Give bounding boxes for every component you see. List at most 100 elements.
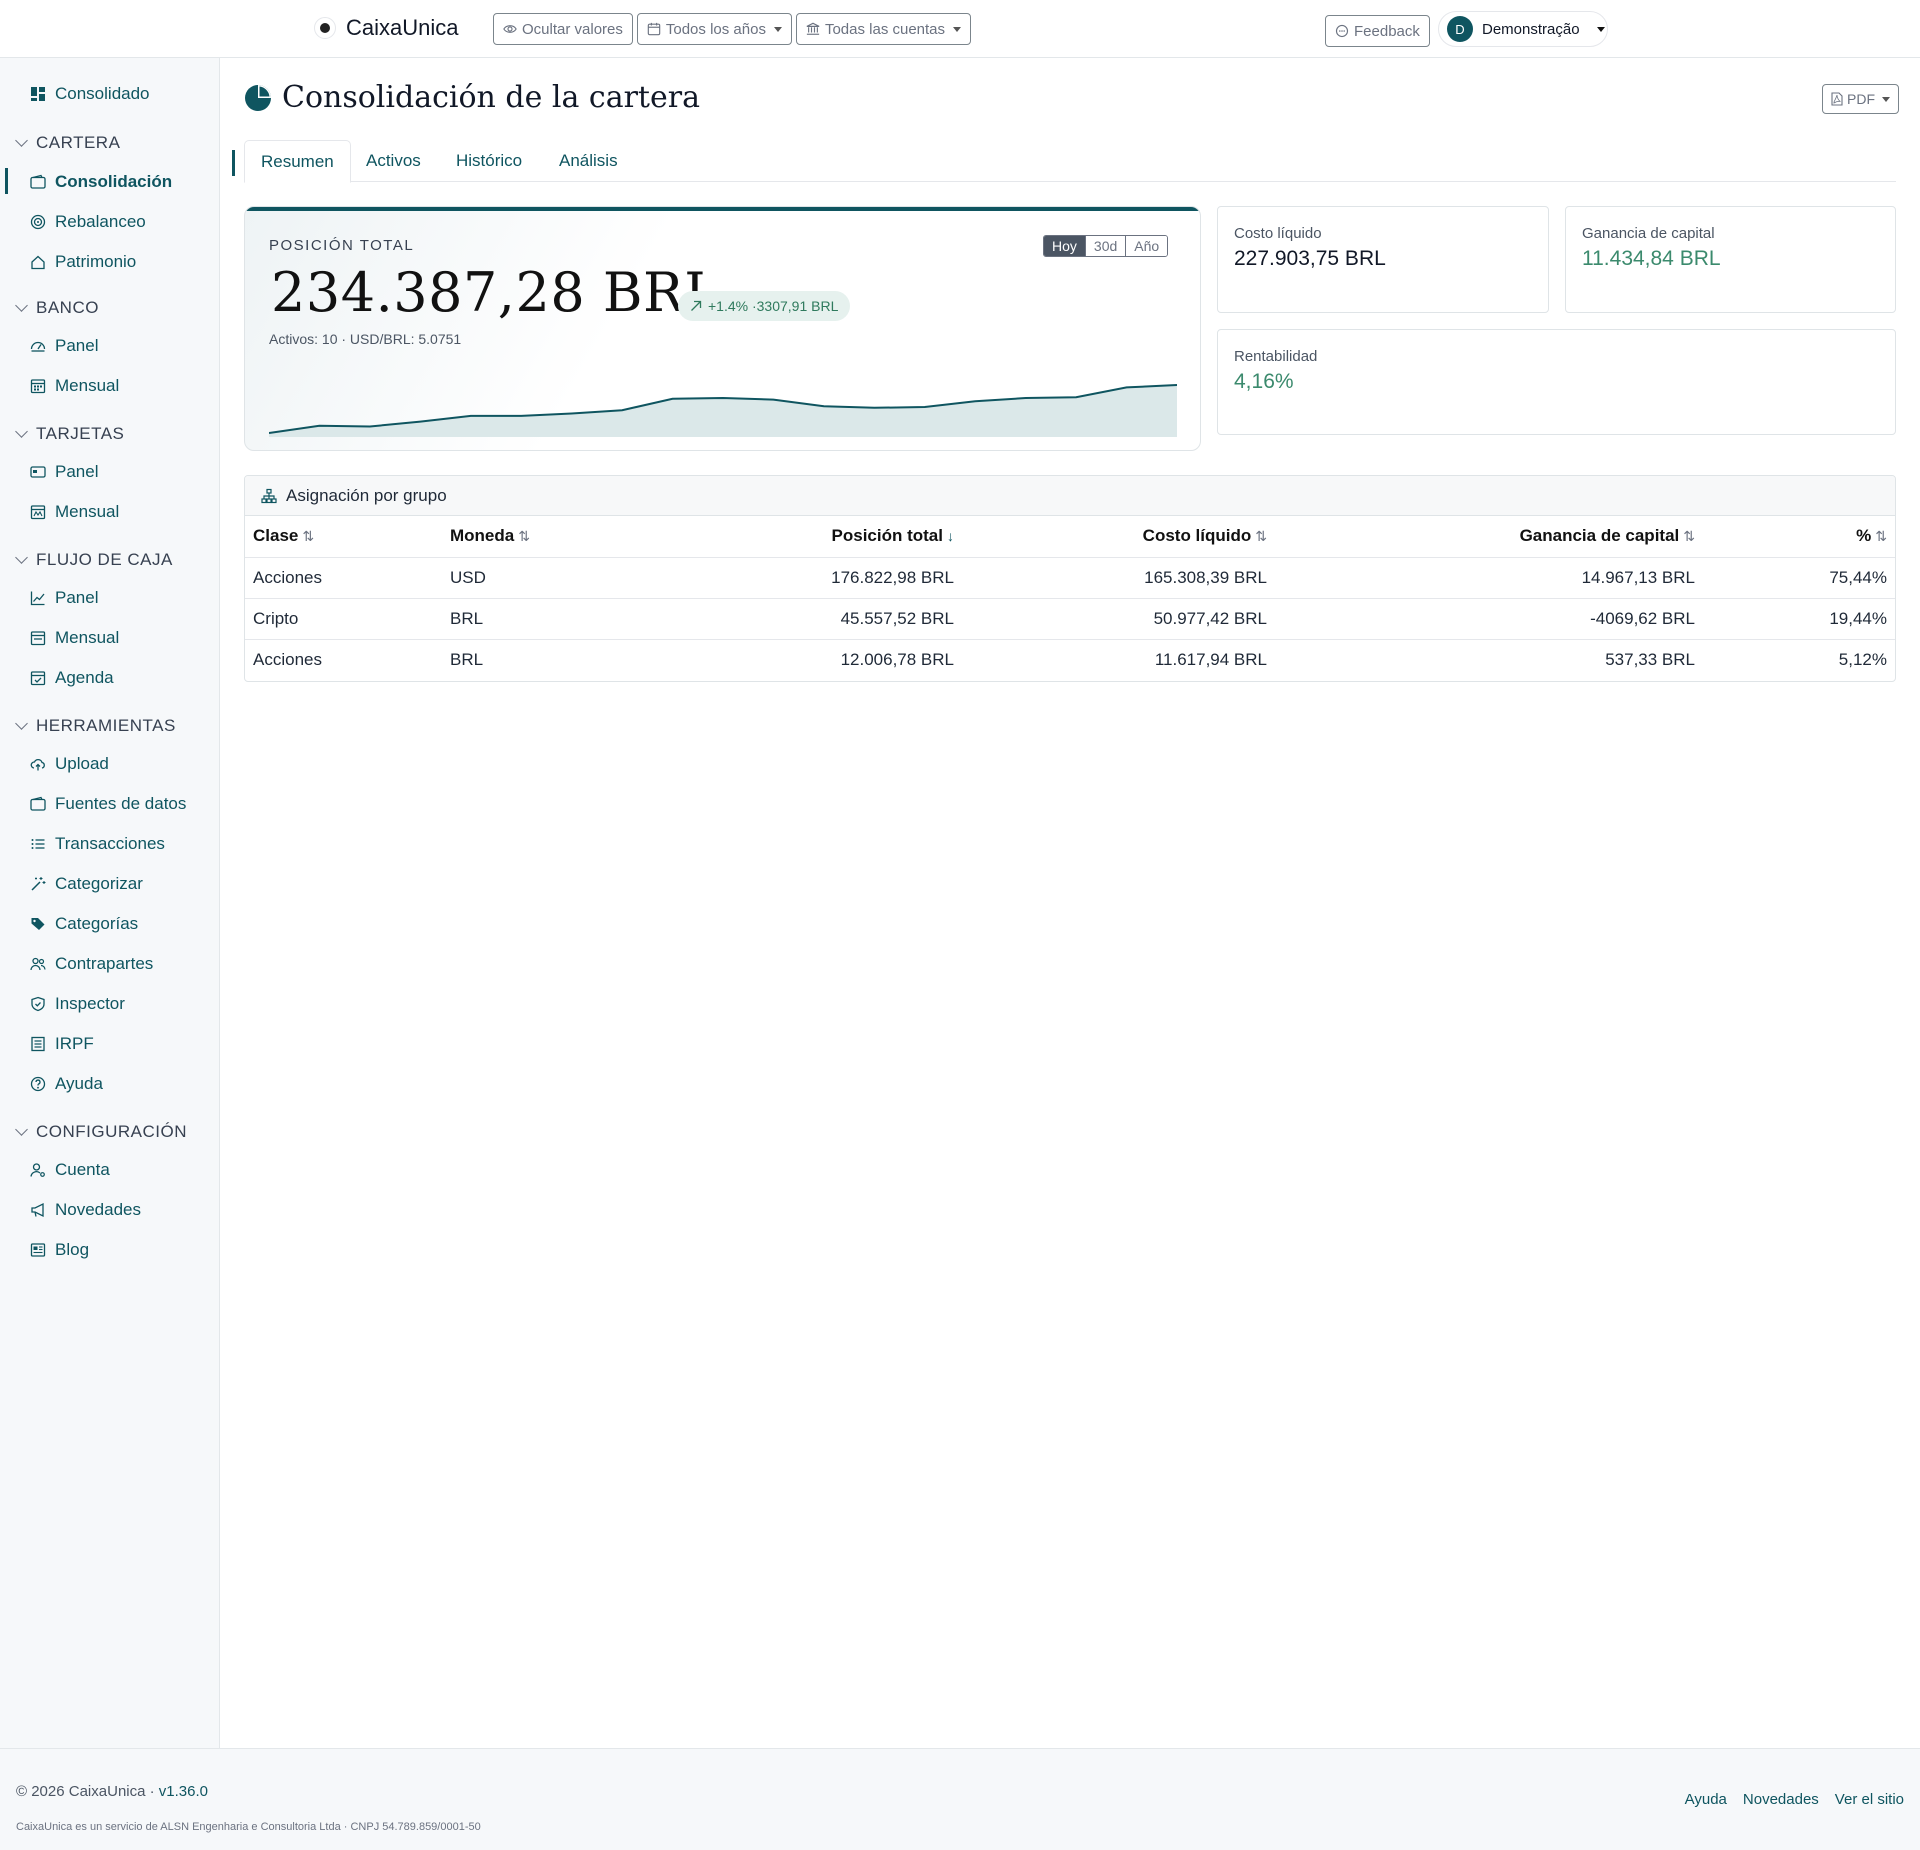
sidebar-item-transacciones[interactable]: Transacciones [30, 832, 165, 856]
user-menu[interactable]: D Demonstração [1438, 11, 1608, 47]
sidebar-item-banco-mensual[interactable]: Mensual [30, 374, 119, 398]
chevron-down-icon [1882, 96, 1890, 102]
sidebar-item-label: Mensual [55, 628, 120, 647]
column-header-posicion[interactable]: Posición total ↓ [612, 516, 962, 558]
net-cost-label: Costo líquido [1234, 225, 1322, 242]
table-row[interactable]: Acciones USD 176.822,98 BRL 165.308,39 B… [245, 557, 1895, 599]
sidebar-item-irpf[interactable]: IRPF [30, 1032, 94, 1056]
accounts-dropdown[interactable]: Todas las cuentas [795, 13, 972, 45]
column-header-moneda[interactable]: Moneda ⇅ [442, 516, 612, 558]
wallet-icon [30, 796, 46, 811]
cell-posicion: 45.557,52 BRL [612, 598, 962, 640]
hide-values-label: Ocultar valores [522, 20, 623, 38]
tab-analisis[interactable]: Análisis [559, 140, 618, 182]
card-icon [30, 466, 46, 478]
sidebar-item-inspector[interactable]: Inspector [30, 992, 125, 1016]
pdf-export-button[interactable]: PDF [1822, 84, 1899, 114]
years-dropdown[interactable]: Todos los años [636, 13, 792, 45]
sidebar-item-consolidacion[interactable]: Consolidación [30, 170, 172, 194]
section-herramientas[interactable]: HERRAMIENTAS [15, 714, 176, 738]
table-row[interactable]: Cripto BRL 45.557,52 BRL 50.977,42 BRL -… [245, 598, 1895, 640]
line-chart-icon [30, 591, 45, 606]
section-label: TARJETAS [36, 424, 125, 443]
page-title-text: Consolidación de la cartera [282, 80, 700, 115]
sidebar-item-flujo-panel[interactable]: Panel [30, 586, 98, 610]
sidebar-item-categorias[interactable]: Categorías [30, 912, 138, 936]
feedback-button[interactable]: Feedback [1325, 15, 1430, 47]
brand[interactable]: CaixaUnica [314, 15, 459, 41]
allocation-header: Asignación por grupo [245, 476, 1895, 516]
tab-label: Análisis [559, 151, 618, 170]
tags-icon [31, 918, 45, 930]
column-label: Costo líquido [1142, 526, 1252, 546]
section-flujo-de-caja[interactable]: FLUJO DE CAJA [15, 548, 173, 572]
sidebar-item-ayuda[interactable]: Ayuda [30, 1072, 103, 1096]
tab-activos[interactable]: Activos [366, 140, 421, 182]
chat-icon [1335, 24, 1349, 38]
footer-link-sitio[interactable]: Ver el sitio [1835, 1791, 1904, 1808]
column-label: Ganancia de capital [1519, 526, 1680, 546]
sidebar-item-fuentes[interactable]: Fuentes de datos [30, 792, 186, 816]
sidebar-item-flujo-mensual[interactable]: Mensual [30, 626, 119, 650]
active-indicator [5, 168, 8, 194]
total-position-card: POSICIÓN TOTAL 234.387,28 BRL +1.4% ·330… [244, 206, 1201, 451]
sort-icon: ⇅ [1255, 528, 1267, 545]
tab-label: Activos [366, 151, 421, 170]
cell-percent: 19,44% [1703, 598, 1895, 640]
version-link[interactable]: v1.36.0 [159, 1783, 208, 1800]
sidebar-item-cuenta[interactable]: Cuenta [30, 1158, 110, 1182]
section-banco[interactable]: BANCO [15, 296, 99, 320]
cell-ganancia: -4069,62 BRL [1275, 598, 1703, 640]
sidebar-item-tarjetas-mensual[interactable]: Mensual [30, 500, 119, 524]
sidebar-item-rebalanceo[interactable]: Rebalanceo [30, 210, 146, 234]
sidebar-item-categorizar[interactable]: Categorizar [30, 872, 143, 896]
footer-link-ayuda[interactable]: Ayuda [1685, 1791, 1727, 1808]
tab-historico[interactable]: Histórico [456, 140, 522, 182]
chevron-down-icon [15, 1123, 28, 1136]
sidebar-item-novedades[interactable]: Novedades [30, 1198, 141, 1222]
sidebar-item-upload[interactable]: Upload [30, 752, 109, 776]
feedback-label: Feedback [1354, 22, 1420, 40]
sidebar: Consolidado CARTERA Consolidación Rebala… [0, 58, 220, 1748]
range-year-button[interactable]: Año [1125, 236, 1168, 256]
section-configuracion[interactable]: CONFIGURACIÓN [15, 1120, 187, 1144]
sidebar-item-label: Transacciones [55, 834, 165, 853]
range-today-button[interactable]: Hoy [1044, 236, 1085, 256]
column-header-ganancia[interactable]: Ganancia de capital ⇅ [1275, 516, 1703, 558]
eye-icon [503, 25, 517, 33]
footer-link-novedades[interactable]: Novedades [1743, 1791, 1819, 1808]
cell-percent: 75,44% [1703, 557, 1895, 599]
sidebar-item-label: Cuenta [55, 1160, 110, 1179]
avatar: D [1447, 16, 1473, 42]
sidebar-item-blog[interactable]: Blog [30, 1238, 89, 1262]
sidebar-item-agenda[interactable]: Agenda [30, 666, 114, 690]
sidebar-item-label: Contrapartes [55, 954, 154, 973]
sidebar-item-label: Consolidado [55, 84, 150, 103]
range-selector: Hoy 30d Año [1043, 235, 1169, 257]
cell-percent: 5,12% [1838, 649, 1887, 669]
column-label: % [1856, 526, 1872, 546]
tab-resumen[interactable]: Resumen [244, 140, 351, 183]
section-cartera[interactable]: CARTERA [15, 131, 120, 155]
sidebar-item-banco-panel[interactable]: Panel [30, 334, 98, 358]
cell-clase: Acciones [253, 649, 322, 669]
chevron-down-icon [15, 717, 28, 730]
sidebar-item-label: Panel [55, 588, 99, 607]
hide-values-button[interactable]: Ocultar valores [493, 13, 633, 45]
sidebar-item-consolidado[interactable]: Consolidado [30, 82, 150, 106]
table-row[interactable]: Acciones BRL 12.006,78 BRL 11.617,94 BRL… [245, 639, 1895, 680]
sidebar-item-contrapartes[interactable]: Contrapartes [30, 952, 153, 976]
sidebar-item-tarjetas-panel[interactable]: Panel [30, 460, 98, 484]
tab-label: Resumen [261, 151, 334, 171]
column-header-clase[interactable]: Clase ⇅ [245, 516, 442, 558]
section-tarjetas[interactable]: TARJETAS [15, 422, 125, 446]
shield-check-icon [31, 996, 45, 1012]
sidebar-item-patrimonio[interactable]: Patrimonio [30, 250, 136, 274]
allocation-table: Clase ⇅ Moneda ⇅ Posición total ↓ Costo líq… [245, 516, 1895, 680]
column-header-costo[interactable]: Costo líquido ⇅ [962, 516, 1275, 558]
column-header-percent[interactable]: % ⇅ [1703, 516, 1895, 558]
list-icon [31, 839, 45, 849]
house-icon [31, 255, 45, 270]
accounts-label: Todas las cuentas [824, 20, 946, 38]
range-30d-button[interactable]: 30d [1084, 236, 1126, 256]
